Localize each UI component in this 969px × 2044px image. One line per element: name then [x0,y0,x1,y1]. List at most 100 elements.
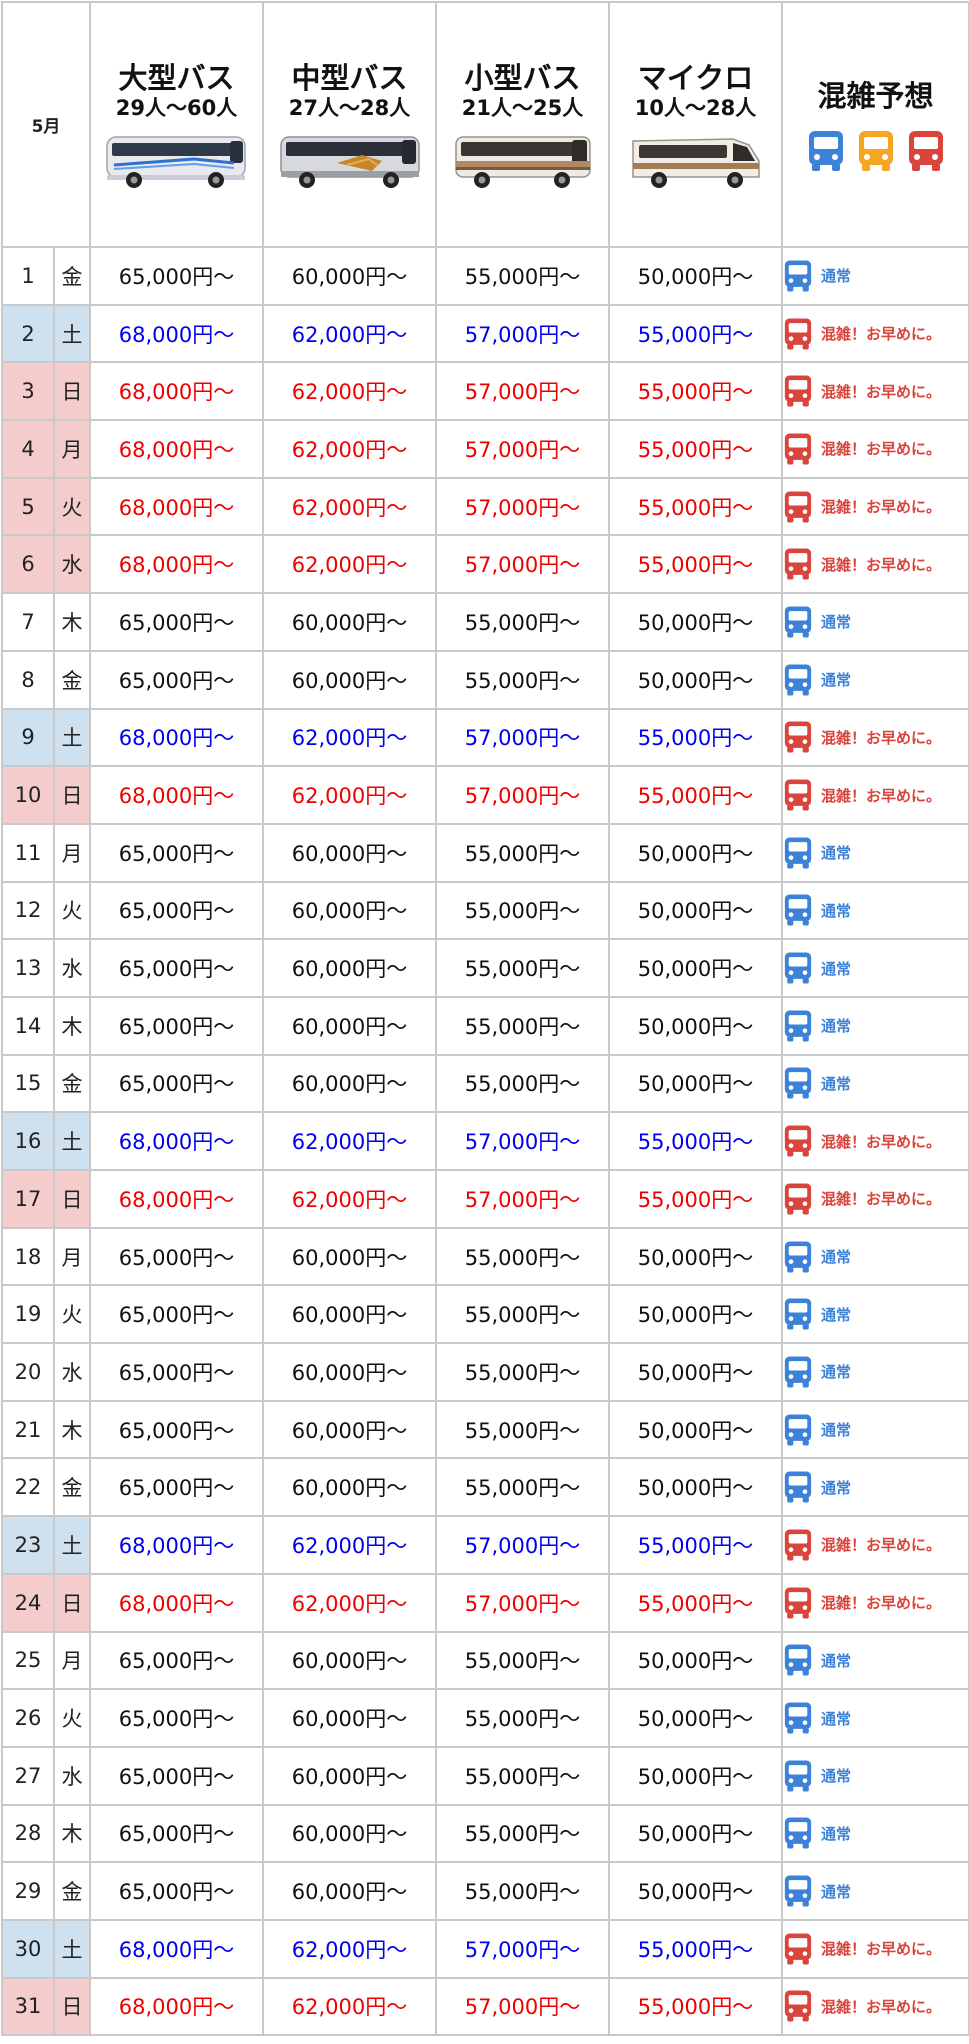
weekday-text: 日 [61,784,83,809]
price-text: 62,000円〜 [291,726,408,751]
price-medium-bus: 60,000円〜 [262,1342,437,1402]
price-text: 57,000円〜 [464,495,581,520]
weekday-text: 水 [61,1360,83,1385]
bus-blue-icon [784,1356,812,1388]
price-text: 55,000円〜 [464,1880,581,1905]
congestion-status: 通常 [781,1745,969,1806]
weekday: 土 [53,707,91,768]
weekday: 日 [53,361,91,422]
bus-blue-icon [784,1241,812,1272]
price-text: 55,000円〜 [637,1533,754,1558]
congestion-status: 混雑！お早めに。 [781,1918,969,1979]
price-text: 65,000円〜 [118,1707,235,1732]
price-small-bus: 55,000円〜 [435,1284,610,1345]
price-small-bus: 57,000円〜 [435,419,610,479]
day-number: 19 [1,1284,55,1345]
congestion-status: 通常 [781,1630,969,1691]
weekday: 火 [53,1688,91,1748]
price-text: 65,000円〜 [118,1880,235,1905]
price-small-bus: 57,000円〜 [435,1976,610,2037]
day-number: 1 [1,246,55,306]
price-microbus: 50,000円〜 [608,822,783,883]
day-number-text: 2 [21,321,35,346]
price-small-bus: 55,000円〜 [435,1803,610,1864]
congestion-status: 混雑！お早めに。 [781,765,969,825]
weekday-text: 月 [61,1245,83,1270]
price-large-bus: 65,000円〜 [89,1457,264,1518]
price-large-bus: 68,000円〜 [89,765,264,825]
weekday-text: 金 [61,668,83,693]
large-bus-photo [105,135,246,188]
price-text: 68,000円〜 [118,726,235,751]
day-number-text: 9 [21,725,35,750]
congestion-label: 通常 [821,267,852,286]
day-number: 17 [1,1169,55,1229]
price-text: 55,000円〜 [637,322,754,347]
price-text: 65,000円〜 [118,1418,235,1443]
congestion-title: 混雑予想 [817,78,934,113]
price-medium-bus: 60,000円〜 [262,1861,437,1921]
congestion-label: 通常 [821,1709,852,1728]
weekday: 水 [53,534,91,595]
bus-blue-icon [784,1702,812,1734]
price-microbus: 50,000円〜 [608,1053,783,1114]
calendar-row-day-8: 8 金 65,000円〜 60,000円〜 55,000円〜 50,000円〜 … [1,649,969,710]
price-text: 57,000円〜 [464,380,581,405]
weekday: 火 [53,880,91,941]
price-medium-bus: 62,000円〜 [262,303,437,364]
price-medium-bus: 60,000円〜 [262,995,437,1056]
price-large-bus: 68,000円〜 [89,1572,264,1633]
price-text: 65,000円〜 [118,1822,235,1847]
price-text: 55,000円〜 [637,1130,754,1155]
congestion-status: 混雑！お早めに。 [781,1111,969,1171]
price-text: 55,000円〜 [464,1476,581,1501]
weekday: 月 [53,1226,91,1287]
price-text: 55,000円〜 [464,1245,581,1270]
price-small-bus: 57,000円〜 [435,707,610,768]
day-number: 30 [1,1918,55,1979]
calendar-row-day-11: 11 月 65,000円〜 60,000円〜 55,000円〜 50,000円〜… [1,822,969,883]
day-number-text: 23 [14,1532,42,1557]
price-medium-bus: 62,000円〜 [262,419,437,479]
weekday-text: 日 [61,1591,83,1616]
price-text: 65,000円〜 [118,264,235,289]
price-large-bus: 65,000円〜 [89,995,264,1056]
day-number: 27 [1,1745,55,1806]
price-text: 57,000円〜 [464,726,581,751]
price-text: 55,000円〜 [464,264,581,289]
price-microbus: 50,000円〜 [608,649,783,710]
price-large-bus: 68,000円〜 [89,1111,264,1171]
calendar-body: 1 金 65,000円〜 60,000円〜 55,000円〜 50,000円〜 … [1,246,969,2037]
weekday-text: 水 [61,553,83,578]
price-text: 68,000円〜 [118,1591,235,1616]
congestion-label: 混雑！お早めに。 [821,440,942,459]
price-microbus: 55,000円〜 [608,1918,783,1979]
price-calendar-table: 5月 大型バス 29人〜60人 中型バス 27人〜28人 小型バス 21人〜25… [1,1,969,2037]
weekday-text: 火 [61,495,83,520]
congestion-label: 混雑！お早めに。 [821,1594,942,1613]
day-number-text: 22 [14,1475,42,1500]
price-large-bus: 65,000円〜 [89,880,264,941]
calendar-row-day-19: 19 火 65,000円〜 60,000円〜 55,000円〜 50,000円〜… [1,1284,969,1345]
day-number: 10 [1,765,55,825]
weekday: 金 [53,1861,91,1921]
congestion-label: 混雑！お早めに。 [821,786,942,805]
price-microbus: 50,000円〜 [608,880,783,941]
price-text: 60,000円〜 [291,1822,408,1847]
price-text: 50,000円〜 [637,668,754,693]
day-number: 9 [1,707,55,768]
price-medium-bus: 60,000円〜 [262,246,437,306]
price-text: 50,000円〜 [637,1707,754,1732]
price-text: 55,000円〜 [464,841,581,866]
congestion-status: 通常 [781,649,969,710]
day-number: 25 [1,1630,55,1691]
congestion-status: 混雑！お早めに。 [781,361,969,422]
price-medium-bus: 60,000円〜 [262,1226,437,1287]
price-text: 60,000円〜 [291,1418,408,1443]
day-number-text: 6 [21,552,35,577]
calendar-row-day-23: 23 土 68,000円〜 62,000円〜 57,000円〜 55,000円〜… [1,1515,969,1575]
bus-blue-icon [784,260,812,292]
price-text: 50,000円〜 [637,610,754,635]
price-text: 55,000円〜 [464,1360,581,1385]
price-microbus: 50,000円〜 [608,938,783,998]
